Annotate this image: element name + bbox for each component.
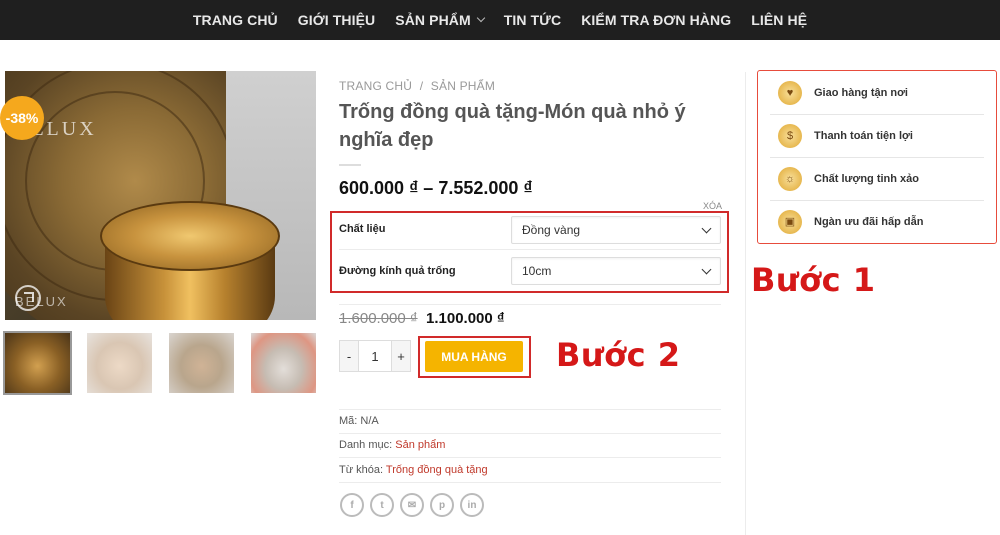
diameter-select-value: 10cm xyxy=(522,264,552,278)
nav-about[interactable]: GIỚI THIỆU xyxy=(298,12,376,28)
meta-separator xyxy=(339,409,721,410)
quantity-stepper: - 1 + xyxy=(339,340,411,372)
sku-value: N/A xyxy=(360,415,379,427)
meta-separator xyxy=(339,482,721,483)
nav-order-check[interactable]: KIỂM TRA ĐƠN HÀNG xyxy=(581,12,731,28)
service-delivery: ♥ Giao hàng tận nơi xyxy=(770,72,984,115)
facebook-icon[interactable]: f xyxy=(340,493,364,517)
thumbnail-gallery xyxy=(3,331,316,395)
chevron-down-icon xyxy=(476,13,486,23)
tag-label: Từ khóa: xyxy=(339,464,384,476)
material-select[interactable]: Đồng vàng xyxy=(511,216,721,244)
service-payment: $ Thanh toán tiện lợi xyxy=(770,115,984,158)
old-price: 1.600.000 ₫ xyxy=(339,310,418,327)
breadcrumb: TRANG CHỦ / SẢN PHẨM xyxy=(339,79,499,93)
step1-annotation: Bước 1 xyxy=(751,261,876,299)
thumbnail-1[interactable] xyxy=(3,331,72,395)
nav-news-label: TIN TỨC xyxy=(503,12,562,28)
product-main-image[interactable] xyxy=(5,71,316,320)
nav-home[interactable]: TRANG CHỦ xyxy=(193,12,278,28)
drum-top xyxy=(100,201,280,271)
buy-button[interactable]: MUA HÀNG xyxy=(425,341,523,372)
top-nav: TRANG CHỦ GIỚI THIỆU SẢN PHẨM TIN TỨC KI… xyxy=(0,0,1000,40)
price-range: 600.000 ₫ – 7.552.000 ₫ xyxy=(339,178,533,198)
delivery-icon: ♥ xyxy=(778,81,802,105)
qty-minus-button[interactable]: - xyxy=(340,341,358,371)
nav-about-label: GIỚI THIỆU xyxy=(297,12,376,28)
nav-products[interactable]: SẢN PHẨM xyxy=(395,12,486,28)
service-offers-label: Ngàn ưu đãi hấp dẫn xyxy=(814,215,924,228)
brand-watermark-small: BELUX xyxy=(15,294,68,309)
clear-variations-link[interactable]: XÓA xyxy=(703,201,722,211)
variation-label-diameter: Đường kính quả trống xyxy=(339,265,456,277)
pinterest-icon[interactable]: p xyxy=(430,493,454,517)
sidebar-divider xyxy=(745,72,746,535)
meta-separator xyxy=(339,457,721,458)
sale-badge: -38% xyxy=(0,96,44,140)
nav-home-label: TRANG CHỦ xyxy=(192,12,278,28)
nav-order-check-label: KIỂM TRA ĐƠN HÀNG xyxy=(581,12,732,28)
sku-row: Mã: N/A xyxy=(339,415,379,427)
material-select-value: Đồng vàng xyxy=(522,223,581,237)
qty-input[interactable]: 1 xyxy=(358,341,392,371)
linkedin-icon[interactable]: in xyxy=(460,493,484,517)
category-label: Danh mục: xyxy=(339,439,393,451)
variation-separator xyxy=(339,249,721,250)
service-payment-label: Thanh toán tiện lợi xyxy=(814,130,913,142)
twitter-icon[interactable]: t xyxy=(370,493,394,517)
gift-icon: ▣ xyxy=(778,209,802,234)
diameter-select[interactable]: 10cm xyxy=(511,257,721,285)
tag-link[interactable]: Trống đồng quà tặng xyxy=(386,464,488,476)
category-link[interactable]: Sản phẩm xyxy=(395,439,445,451)
nav-news[interactable]: TIN TỨC xyxy=(504,12,561,28)
service-offers: ▣ Ngàn ưu đãi hấp dẫn xyxy=(770,200,984,243)
breadcrumb-products[interactable]: SẢN PHẨM xyxy=(431,79,495,93)
service-delivery-label: Giao hàng tận nơi xyxy=(814,87,908,99)
chevron-down-icon xyxy=(701,264,712,275)
step2-annotation: Bước 2 xyxy=(556,336,681,374)
product-title: Trống đồng quà tặng-Món quà nhỏ ý nghĩa … xyxy=(339,101,686,151)
nav-contact-label: LIÊN HỆ xyxy=(751,12,808,28)
category-row: Danh mục: Sản phẩm xyxy=(339,439,445,451)
payment-icon: $ xyxy=(778,124,802,148)
breadcrumb-home[interactable]: TRANG CHỦ xyxy=(339,79,412,93)
variation-label-material: Chất liệu xyxy=(339,223,386,235)
thumbnail-3[interactable] xyxy=(169,333,234,393)
quality-icon: ☼ xyxy=(778,167,802,191)
tag-row: Từ khóa: Trống đồng quà tặng xyxy=(339,464,488,476)
nav-contact[interactable]: LIÊN HỆ xyxy=(751,12,807,28)
service-quality: ☼ Chất lượng tinh xảo xyxy=(770,158,984,201)
chevron-down-icon xyxy=(701,223,712,234)
price-separator xyxy=(339,304,721,305)
share-icons: f t ✉ p in xyxy=(340,493,484,517)
thumbnail-4[interactable] xyxy=(251,333,316,393)
title-divider xyxy=(339,164,361,166)
meta-separator xyxy=(339,433,721,434)
email-icon[interactable]: ✉ xyxy=(400,493,424,517)
new-price: 1.100.000 ₫ xyxy=(426,310,505,327)
sku-label: Mã: xyxy=(339,415,358,427)
nav-products-label: SẢN PHẨM xyxy=(395,12,471,28)
qty-plus-button[interactable]: + xyxy=(392,341,410,371)
breadcrumb-sep: / xyxy=(419,79,424,93)
thumbnail-2[interactable] xyxy=(87,333,152,393)
service-quality-label: Chất lượng tinh xảo xyxy=(814,173,920,185)
